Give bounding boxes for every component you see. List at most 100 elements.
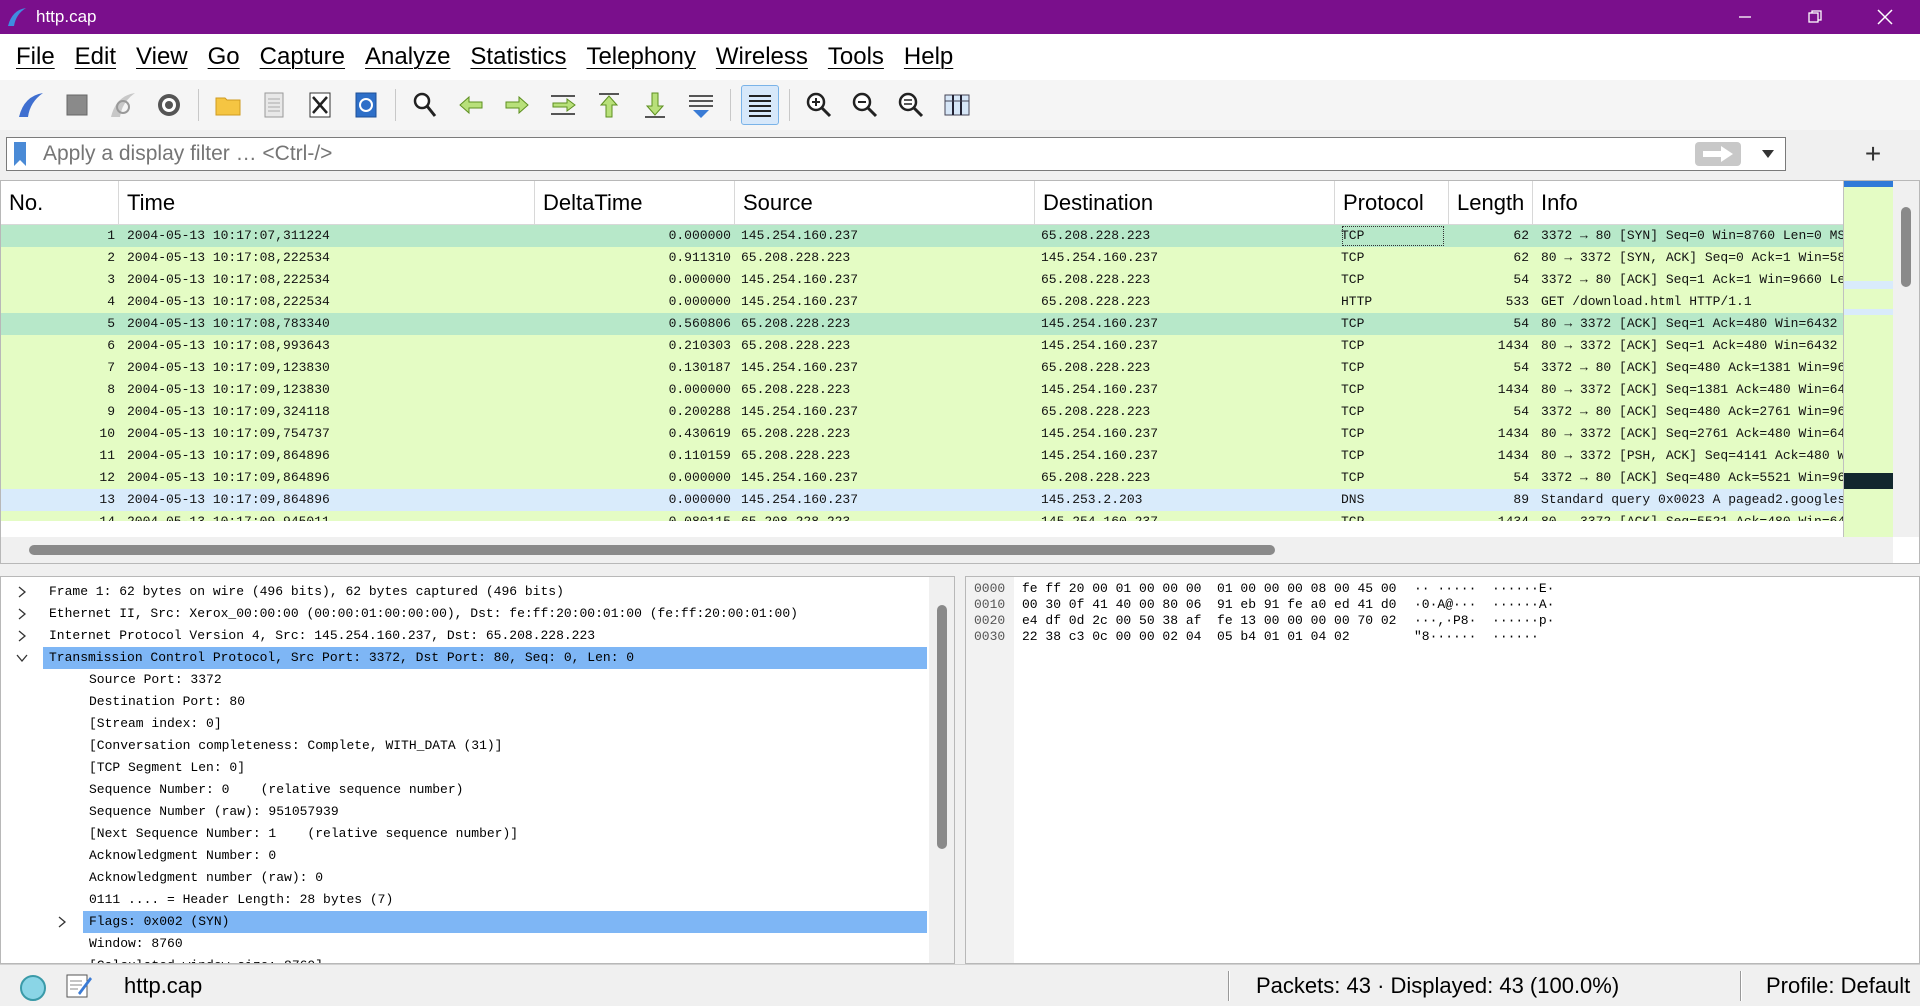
go-forward-button[interactable] (498, 85, 536, 125)
detail-tree-item[interactable]: Acknowledgment number (raw): 0 (1, 867, 927, 889)
colorize-button[interactable] (741, 85, 779, 125)
scrollbar-thumb[interactable] (1901, 207, 1911, 287)
stop-capture-button[interactable] (58, 85, 96, 125)
capture-options-button[interactable] (150, 85, 188, 125)
packet-row[interactable]: 4 2004-05-13 10:17:08,222534 0.000000 145.2… (1, 291, 1843, 313)
menu-file[interactable]: File (16, 43, 55, 71)
packet-list-horizontal-scrollbar[interactable] (1, 537, 1893, 563)
bytes-hex[interactable]: e4 df 0d 2c 00 50 38 af fe 13 00 00 00 0… (1022, 613, 1396, 629)
minimize-button[interactable] (1710, 0, 1780, 34)
go-first-button[interactable] (590, 85, 628, 125)
auto-scroll-button[interactable] (682, 85, 720, 125)
chevron-right-icon[interactable] (15, 625, 29, 647)
packet-list-vertical-scrollbar[interactable] (1893, 181, 1919, 537)
restart-capture-button[interactable] (104, 85, 142, 125)
bytes-hex[interactable]: 00 30 0f 41 40 00 80 06 91 eb 91 fe a0 e… (1022, 597, 1396, 613)
menu-view[interactable]: View (136, 43, 188, 71)
display-filter-input[interactable] (33, 142, 1695, 166)
go-to-packet-button[interactable] (544, 85, 582, 125)
packet-row[interactable]: 6 2004-05-13 10:17:08,993643 0.210303 65.20… (1, 335, 1843, 357)
detail-tree-item[interactable]: Frame 1: 62 bytes on wire (496 bits), 62… (1, 581, 927, 603)
packet-row[interactable]: 8 2004-05-13 10:17:09,123830 0.000000 65.20… (1, 379, 1843, 401)
detail-tree-item[interactable]: [Stream index: 0] (1, 713, 927, 735)
bytes-ascii[interactable]: "8······ ······ (1414, 629, 1539, 645)
add-filter-button-plus-icon[interactable]: + (1856, 137, 1890, 171)
bytes-hex[interactable]: 22 38 c3 0c 00 00 02 04 05 b4 01 01 04 0… (1022, 629, 1350, 645)
go-back-button[interactable] (452, 85, 490, 125)
scrollbar-thumb[interactable] (29, 545, 1275, 555)
detail-tree-item[interactable]: [Next Sequence Number: 1 (relative seque… (1, 823, 927, 845)
reload-file-button[interactable] (347, 85, 385, 125)
column-header-destination[interactable]: Destination (1035, 181, 1335, 225)
filter-history-dropdown[interactable] (1751, 138, 1785, 170)
filter-bookmark-button[interactable] (7, 138, 33, 170)
find-packet-button[interactable] (406, 85, 444, 125)
menu-go[interactable]: Go (208, 43, 240, 71)
chevron-right-icon[interactable] (15, 581, 29, 603)
menu-tools[interactable]: Tools (828, 43, 884, 71)
detail-tree-item[interactable]: Acknowledgment Number: 0 (1, 845, 927, 867)
packet-row[interactable]: 10 2004-05-13 10:17:09,754737 0.430619 65.2… (1, 423, 1843, 445)
packet-row[interactable]: 12 2004-05-13 10:17:09,864896 0.000000 145.… (1, 467, 1843, 489)
column-header-protocol[interactable]: Protocol (1335, 181, 1449, 225)
zoom-normal-button[interactable] (892, 85, 930, 125)
detail-tree-item[interactable]: Internet Protocol Version 4, Src: 145.25… (1, 625, 927, 647)
restore-button[interactable] (1780, 0, 1850, 34)
column-header-info[interactable]: Info (1533, 181, 1843, 225)
chevron-down-icon[interactable] (15, 647, 29, 669)
menu-edit[interactable]: Edit (75, 43, 116, 71)
column-header-deltatime[interactable]: DeltaTime (535, 181, 735, 225)
column-header-no[interactable]: No. (1, 181, 119, 225)
packet-row[interactable]: 3 2004-05-13 10:17:08,222534 0.000000 145.2… (1, 269, 1843, 291)
packet-row[interactable]: 5 2004-05-13 10:17:08,783340 0.560806 65.20… (1, 313, 1843, 335)
column-header-time[interactable]: Time (119, 181, 535, 225)
bytes-ascii[interactable]: ·0·A@··· ······A· (1414, 597, 1554, 613)
close-button[interactable] (1850, 0, 1920, 34)
packet-row[interactable]: 9 2004-05-13 10:17:09,324118 0.200288 145.2… (1, 401, 1843, 423)
detail-tree-item[interactable]: Window: 8760 (1, 933, 927, 955)
detail-tree-item[interactable]: Source Port: 3372 (1, 669, 927, 691)
detail-tree-item[interactable]: Destination Port: 80 (1, 691, 927, 713)
bytes-hex[interactable]: fe ff 20 00 01 00 00 00 01 00 00 00 08 0… (1022, 581, 1396, 597)
capture-comment-icon[interactable] (64, 971, 94, 1001)
detail-tree-item[interactable]: 0111 .... = Header Length: 28 bytes (7) (1, 889, 927, 911)
packet-row[interactable]: 7 2004-05-13 10:17:09,123830 0.130187 145.2… (1, 357, 1843, 379)
apply-filter-button[interactable] (1695, 142, 1741, 166)
detail-tree-item[interactable]: Transmission Control Protocol, Src Port:… (16, 647, 927, 669)
column-header-source[interactable]: Source (735, 181, 1035, 225)
detail-tree-item[interactable]: Sequence Number (raw): 951057939 (1, 801, 927, 823)
packet-row[interactable]: 1 2004-05-13 10:17:07,311224 0.000000 145.2… (1, 225, 1843, 247)
column-header-length[interactable]: Length (1449, 181, 1533, 225)
detail-tree-item[interactable]: Flags: 0x002 (SYN) (58, 911, 927, 933)
packet-row[interactable]: 13 2004-05-13 10:17:09,864896 0.000000 145.… (1, 489, 1843, 511)
status-profile[interactable]: Profile: Default (1766, 973, 1910, 999)
expert-info-icon[interactable] (20, 975, 46, 1001)
packet-row[interactable]: 2 2004-05-13 10:17:08,222534 0.911310 65.20… (1, 247, 1843, 269)
detail-tree-item[interactable]: Sequence Number: 0 (relative sequence nu… (1, 779, 927, 801)
detail-tree-item[interactable]: [Conversation completeness: Complete, WI… (1, 735, 927, 757)
bytes-ascii[interactable]: ·· ····· ······E· (1414, 581, 1554, 597)
menu-help[interactable]: Help (904, 43, 953, 71)
bytes-ascii[interactable]: ···,·P8· ······p· (1414, 613, 1554, 629)
zoom-in-button[interactable] (800, 85, 838, 125)
zoom-out-button[interactable] (846, 85, 884, 125)
chevron-right-icon[interactable] (15, 603, 29, 625)
open-file-button[interactable] (209, 85, 247, 125)
details-vertical-scrollbar[interactable] (929, 577, 954, 963)
detail-tree-item[interactable]: [TCP Segment Len: 0] (1, 757, 927, 779)
packet-row[interactable]: 11 2004-05-13 10:17:09,864896 0.110159 65.2… (1, 445, 1843, 467)
go-last-button[interactable] (636, 85, 674, 125)
menu-capture[interactable]: Capture (260, 43, 345, 71)
scrollbar-thumb[interactable] (937, 605, 947, 849)
detail-tree-item[interactable]: Ethernet II, Src: Xerox_00:00:00 (00:00:… (1, 603, 927, 625)
menu-analyze[interactable]: Analyze (365, 43, 450, 71)
detail-tree-item[interactable]: [Calculated window size: 8760] (1, 955, 927, 963)
menu-wireless[interactable]: Wireless (716, 43, 808, 71)
save-file-button[interactable] (255, 85, 293, 125)
resize-columns-button[interactable] (938, 85, 976, 125)
menu-telephony[interactable]: Telephony (586, 43, 695, 71)
chevron-right-icon[interactable] (55, 911, 69, 933)
menu-statistics[interactable]: Statistics (470, 43, 566, 71)
packet-row[interactable]: 14 2004-05-13 10:17:09,945011 0.080115 65.2… (1, 511, 1843, 521)
start-capture-button[interactable] (12, 85, 50, 125)
